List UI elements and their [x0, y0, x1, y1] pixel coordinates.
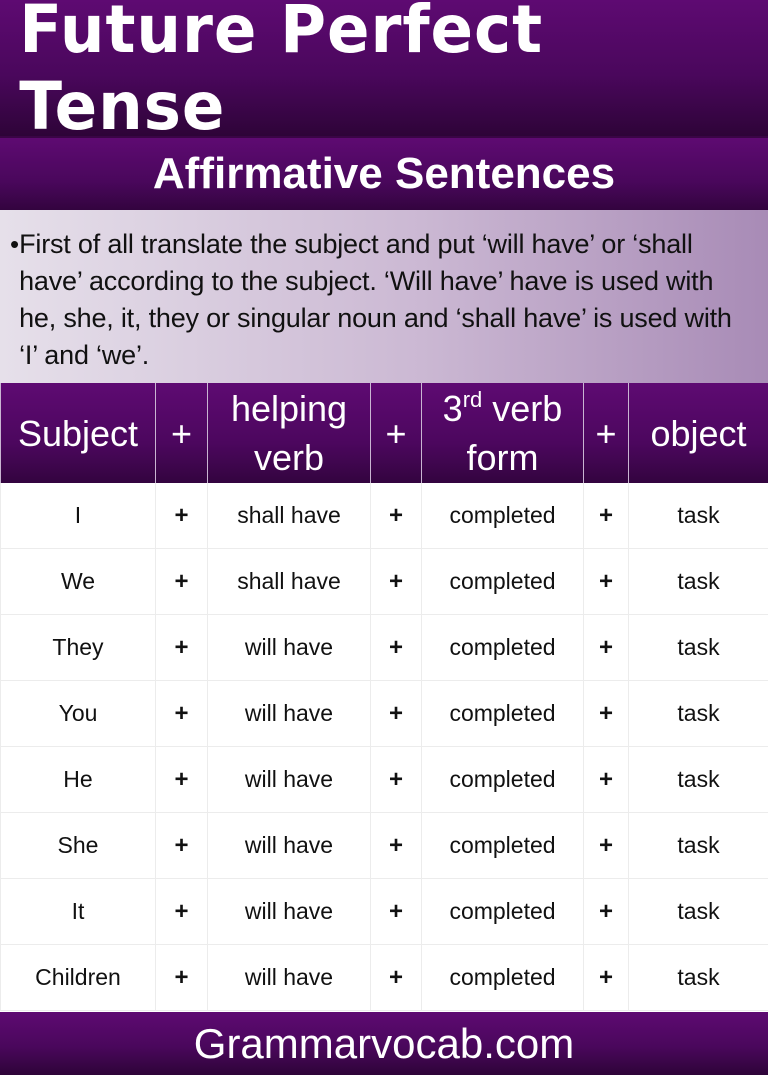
footer-banner: Grammarvocab.com	[0, 1012, 768, 1075]
structure-table: Subject + helping verb + 3rd verb form +…	[0, 383, 768, 1011]
header-subject: Subject	[0, 383, 156, 483]
cell-object: task	[628, 483, 768, 549]
cell-subject: They	[0, 614, 156, 681]
cell-plus: +	[155, 680, 208, 747]
cell-plus: +	[370, 944, 422, 1011]
header-helping-verb: helping verb	[207, 383, 371, 483]
cell-verb: completed	[421, 614, 584, 681]
cell-verb: completed	[421, 548, 584, 615]
header-helping-line1: helping	[230, 388, 348, 429]
header-verb-line1: verb	[482, 388, 563, 429]
cell-helping-verb: will have	[207, 614, 371, 681]
cell-object: task	[628, 944, 768, 1011]
table-row: You + will have + completed + task	[0, 680, 768, 747]
header-plus: +	[583, 383, 629, 483]
cell-plus: +	[155, 614, 208, 681]
cell-plus: +	[155, 944, 208, 1011]
cell-plus: +	[155, 878, 208, 945]
cell-plus: +	[155, 812, 208, 879]
page-title: Future Perfect Tense	[19, 0, 544, 145]
cell-subject: She	[0, 812, 156, 879]
cell-object: task	[628, 548, 768, 615]
cell-plus: +	[583, 680, 629, 747]
cell-helping-verb: will have	[207, 812, 371, 879]
table-row: Children + will have + completed + task	[0, 944, 768, 1011]
cell-object: task	[628, 614, 768, 681]
table-header-row: Subject + helping verb + 3rd verb form +…	[0, 383, 768, 483]
table-row: She + will have + completed + task	[0, 812, 768, 879]
cell-plus: +	[155, 746, 208, 813]
cell-plus: +	[583, 614, 629, 681]
cell-plus: +	[370, 548, 422, 615]
cell-verb: completed	[421, 680, 584, 747]
cell-helping-verb: will have	[207, 944, 371, 1011]
cell-helping-verb: will have	[207, 680, 371, 747]
header-object: object	[628, 383, 768, 483]
header-verb-number: 3	[442, 388, 463, 429]
header-helping-line2: verb	[253, 437, 325, 478]
header-verb-ordinal: rd	[462, 387, 483, 412]
cell-helping-verb: will have	[207, 878, 371, 945]
cell-helping-verb: shall have	[207, 548, 371, 615]
cell-plus: +	[155, 483, 208, 549]
cell-subject: You	[0, 680, 156, 747]
header-verb-line2: form	[466, 437, 539, 478]
cell-verb: completed	[421, 878, 584, 945]
bullet-icon: •	[10, 229, 20, 259]
cell-object: task	[628, 812, 768, 879]
cell-plus: +	[370, 483, 422, 549]
header-plus: +	[155, 383, 208, 483]
subtitle-banner: Affirmative Sentences	[0, 138, 768, 210]
section-subtitle: Affirmative Sentences	[152, 149, 616, 198]
cell-subject: I	[0, 483, 156, 549]
cell-plus: +	[155, 548, 208, 615]
description-box: • First of all translate the subject and…	[0, 210, 768, 383]
table-row: It + will have + completed + task	[0, 878, 768, 945]
table-row: He + will have + completed + task	[0, 746, 768, 813]
cell-object: task	[628, 746, 768, 813]
cell-subject: He	[0, 746, 156, 813]
cell-plus: +	[370, 746, 422, 813]
title-banner: Future Perfect Tense	[0, 0, 768, 145]
table-row: I + shall have + completed + task	[0, 483, 768, 549]
table-row: They + will have + completed + task	[0, 614, 768, 681]
cell-verb: completed	[421, 746, 584, 813]
cell-helping-verb: shall have	[207, 483, 371, 549]
cell-plus: +	[583, 878, 629, 945]
cell-plus: +	[583, 812, 629, 879]
cell-subject: Children	[0, 944, 156, 1011]
site-name: Grammarvocab.com	[193, 1019, 575, 1067]
description-text: First of all translate the subject and p…	[19, 229, 732, 370]
cell-plus: +	[583, 944, 629, 1011]
cell-subject: We	[0, 548, 156, 615]
cell-verb: completed	[421, 944, 584, 1011]
cell-object: task	[628, 878, 768, 945]
cell-subject: It	[0, 878, 156, 945]
cell-plus: +	[370, 812, 422, 879]
cell-plus: +	[370, 878, 422, 945]
header-plus: +	[370, 383, 422, 483]
cell-object: task	[628, 680, 768, 747]
cell-verb: completed	[421, 483, 584, 549]
cell-plus: +	[370, 614, 422, 681]
header-third-verb-form: 3rd verb form	[421, 383, 584, 483]
cell-helping-verb: will have	[207, 746, 371, 813]
cell-plus: +	[370, 680, 422, 747]
cell-plus: +	[583, 548, 629, 615]
cell-verb: completed	[421, 812, 584, 879]
table-row: We + shall have + completed + task	[0, 548, 768, 615]
cell-plus: +	[583, 746, 629, 813]
cell-plus: +	[583, 483, 629, 549]
